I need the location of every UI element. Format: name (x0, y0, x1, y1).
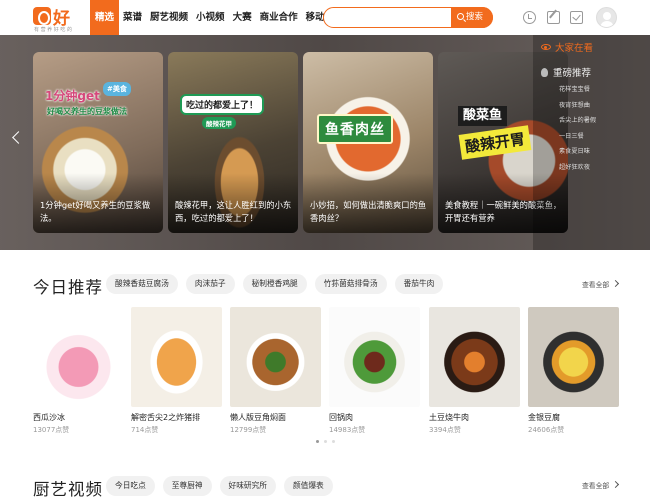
tag-chip[interactable]: 至尊厨神 (162, 476, 212, 496)
dish-name: 解密舌尖2之炸猪排 (131, 413, 201, 422)
featured-label[interactable]: 重磅推荐 (541, 65, 591, 79)
nav-item-featured[interactable]: 精选 (90, 0, 120, 35)
side-topic-item[interactable]: 超好狂欢夜 (559, 160, 596, 176)
carousel-dots (316, 440, 335, 443)
today-tag-list: 酸辣香菇豆腐汤 肉沫茄子 秘制橙香鸡腿 竹荪菌菇排骨汤 番茄牛肉 (106, 274, 444, 294)
banner-card-clams[interactable]: 吃过的都爱上了！ 酸辣花甲 酸辣花甲，这让人胜红到的小东西，吃过的都爱上了！ (168, 52, 298, 233)
dish-likes: 12799点赞 (230, 426, 267, 434)
featured-label-text: 重磅推荐 (553, 68, 592, 79)
banner-caption: 小妙招，如何做出清脆爽口的鱼香肉丝？ (310, 200, 427, 223)
dish-photo (429, 307, 520, 407)
site-logo[interactable]: 好豆 有 营 养 好 吃 的 (33, 4, 83, 54)
dish-card[interactable]: 土豆烧牛肉 3394点赞 (429, 307, 520, 435)
trending-label-text: 大家在看 (555, 43, 594, 54)
banner-card-soymilk[interactable]: 1分钟get #美食 好喝又养生的豆浆做法 1分钟get好喝又养生的豆浆做法。 (33, 52, 163, 233)
banner-card-yuxiang[interactable]: 鱼香肉丝 小妙招，如何做出清脆爽口的鱼香肉丝？ (303, 52, 433, 233)
tag-chip[interactable]: 颜值爆表 (283, 476, 333, 496)
search-icon (457, 13, 464, 20)
nav-item-business[interactable]: 商业合作 (256, 0, 302, 35)
user-avatar[interactable] (596, 7, 617, 28)
side-topic-item[interactable]: 夜宵狂想曲 (559, 98, 596, 114)
search-box: 搜索 (323, 7, 493, 28)
nav-item-contests[interactable]: 大赛 (229, 0, 256, 35)
dish-photo (230, 307, 321, 407)
banner-badge: 吃过的都爱上了！ (180, 94, 265, 115)
logo-mark-icon (33, 7, 51, 25)
search-button-label: 搜索 (466, 12, 484, 22)
tag-chip[interactable]: 好味研究所 (219, 476, 276, 496)
side-topic-item[interactable]: 舌尖上的暑假 (559, 113, 596, 129)
top-header: 好豆 有 营 养 好 吃 的 精选 菜谱 厨艺视频 小视频 大赛 商业合作 移动… (0, 0, 650, 54)
banner-badge: 鱼香肉丝 (317, 114, 393, 144)
dish-likes: 13077点赞 (33, 426, 70, 434)
banner-badge: 好喝又养生的豆浆做法 (47, 107, 127, 116)
dish-likes: 714点赞 (131, 426, 159, 434)
nav-item-recipes[interactable]: 菜谱 (119, 0, 146, 35)
side-topic-item[interactable]: 一日三餐 (559, 129, 596, 145)
fire-icon (541, 68, 548, 77)
banner-badge: 1分钟get (45, 89, 100, 103)
carousel-dot[interactable] (332, 440, 335, 443)
dish-name: 金银豆腐 (528, 413, 560, 422)
tag-chip[interactable]: 番茄牛肉 (394, 274, 444, 294)
search-input[interactable] (332, 11, 450, 25)
dish-name: 土豆烧牛肉 (429, 413, 469, 422)
dish-name: 回锅肉 (329, 413, 353, 422)
dish-card[interactable]: 金银豆腐 24606点赞 (528, 307, 619, 435)
carousel-dot[interactable] (316, 440, 319, 443)
dish-likes: 24606点赞 (528, 426, 565, 434)
banner-badge: 酸菜鱼 (458, 106, 508, 126)
trending-label[interactable]: 大家在看 (541, 40, 593, 54)
banner-caption: 1分钟get好喝又养生的豆浆做法。 (40, 200, 151, 223)
section-title-today: 今日推荐 (33, 278, 103, 297)
nav-item-short-videos[interactable]: 小视频 (192, 0, 229, 35)
dish-likes: 3394点赞 (429, 426, 461, 434)
side-topic-item[interactable]: 素食夏日味 (559, 144, 596, 160)
banner-caption: 酸辣花甲，这让人胜红到的小东西，吃过的都爱上了！ (175, 200, 292, 223)
tag-chip[interactable]: 酸辣香菇豆腐汤 (106, 274, 178, 294)
logo-subtitle: 有 营 养 好 吃 的 (34, 27, 72, 33)
dish-card[interactable]: 解密舌尖2之炸猪排 714点赞 (131, 307, 222, 435)
see-all-videos-link[interactable]: 查看全部 (582, 480, 618, 490)
search-button[interactable]: 搜索 (451, 7, 493, 28)
dish-photo (131, 307, 222, 407)
nav-item-cooking-videos[interactable]: 厨艺视频 (146, 0, 192, 35)
dish-card[interactable]: 回锅肉 14983点赞 (329, 307, 420, 435)
dish-photo (33, 307, 124, 407)
banner-badge: #美食 (103, 82, 131, 96)
section-title-videos: 厨艺视频 (33, 480, 103, 499)
dish-card[interactable]: 西瓜沙冰 13077点赞 (33, 307, 124, 435)
checklist-icon[interactable] (570, 11, 583, 24)
main-nav: 精选 菜谱 厨艺视频 小视频 大赛 商业合作 移动端 (90, 0, 338, 35)
eye-icon (541, 44, 551, 50)
side-topic-list: 花样宝宝餐 夜宵狂想曲 舌尖上的暑假 一日三餐 素食夏日味 超好狂欢夜 (559, 82, 596, 176)
dish-name: 懒人版豆角焖面 (230, 413, 286, 422)
tag-chip[interactable]: 竹荪菌菇排骨汤 (314, 274, 387, 294)
banner-side-panel: 大家在看 重磅推荐 花样宝宝餐 夜宵狂想曲 舌尖上的暑假 一日三餐 素食夏日味 … (533, 35, 650, 250)
dish-card[interactable]: 懒人版豆角焖面 12799点赞 (230, 307, 321, 435)
history-clock-icon[interactable] (523, 11, 536, 24)
dish-photo (329, 307, 420, 407)
carousel-dot[interactable] (324, 440, 327, 443)
dish-photo (528, 307, 619, 407)
edit-icon[interactable] (547, 11, 560, 24)
dish-name: 西瓜沙冰 (33, 413, 65, 422)
banner-badge: 酸辣花甲 (202, 117, 236, 129)
dish-likes: 14983点赞 (329, 426, 366, 434)
tag-chip[interactable]: 肉沫茄子 (185, 274, 235, 294)
side-topic-item[interactable]: 花样宝宝餐 (559, 82, 596, 98)
tag-chip[interactable]: 秘制橙香鸡腿 (242, 274, 307, 294)
video-tag-list: 今日吃点 至尊厨神 好味研究所 颜值爆表 (106, 476, 333, 496)
tag-chip[interactable]: 今日吃点 (106, 476, 155, 496)
see-all-today-link[interactable]: 查看全部 (582, 279, 618, 289)
